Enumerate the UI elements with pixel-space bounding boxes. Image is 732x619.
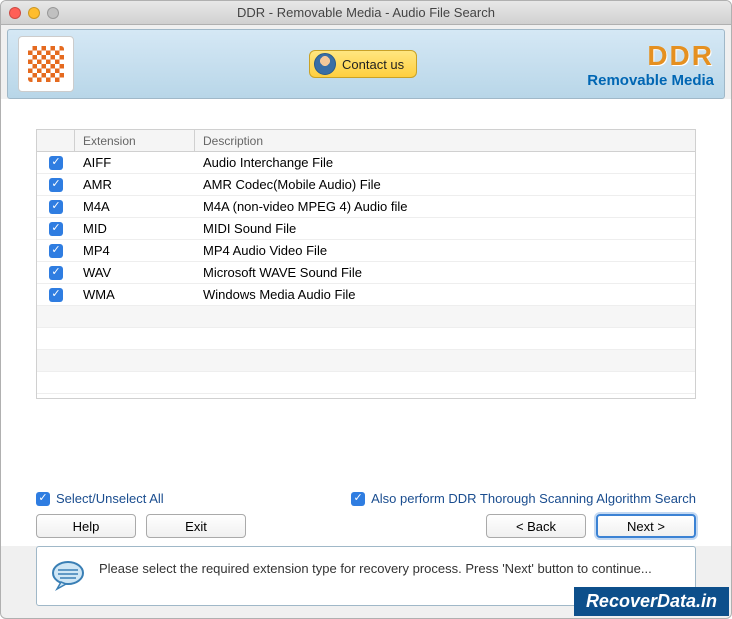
header-description[interactable]: Description [195,134,695,148]
checkbox-icon[interactable] [49,222,63,236]
row-description: Audio Interchange File [195,155,695,170]
select-all-option[interactable]: Select/Unselect All [36,491,164,506]
checkbox-icon[interactable] [36,492,50,506]
checkbox-icon[interactable] [49,244,63,258]
titlebar: DDR - Removable Media - Audio File Searc… [1,1,731,25]
row-description: M4A (non-video MPEG 4) Audio file [195,199,695,214]
row-checkbox-cell [37,222,75,236]
back-button[interactable]: < Back [486,514,586,538]
table-row[interactable]: WAVMicrosoft WAVE Sound File [37,262,695,284]
info-text: Please select the required extension typ… [99,559,652,579]
header-checkbox-col [37,130,75,151]
row-checkbox-cell [37,156,75,170]
row-description: Microsoft WAVE Sound File [195,265,695,280]
help-button[interactable]: Help [36,514,136,538]
app-window: DDR - Removable Media - Audio File Searc… [0,0,732,619]
checkbox-icon[interactable] [351,492,365,506]
contact-us-button[interactable]: Contact us [309,50,417,78]
thorough-scan-option[interactable]: Also perform DDR Thorough Scanning Algor… [351,491,696,506]
row-checkbox-cell [37,244,75,258]
logo-icon [28,46,64,82]
row-extension: AIFF [75,155,195,170]
header-banner: Contact us DDR Removable Media [7,29,725,99]
checkbox-icon[interactable] [49,156,63,170]
person-icon [314,53,336,75]
row-description: AMR Codec(Mobile Audio) File [195,177,695,192]
checkbox-icon[interactable] [49,178,63,192]
empty-row [37,372,695,394]
app-logo [18,36,74,92]
header-extension[interactable]: Extension [75,130,195,151]
select-all-label: Select/Unselect All [56,491,164,506]
empty-row [37,328,695,350]
row-extension: M4A [75,199,195,214]
row-checkbox-cell [37,266,75,280]
row-description: MIDI Sound File [195,221,695,236]
row-description: Windows Media Audio File [195,287,695,302]
brand-title: DDR [587,40,714,72]
table-row[interactable]: WMAWindows Media Audio File [37,284,695,306]
table-header: Extension Description [37,130,695,152]
thorough-label: Also perform DDR Thorough Scanning Algor… [371,491,696,506]
row-checkbox-cell [37,178,75,192]
extensions-table: Extension Description AIFFAudio Intercha… [36,129,696,399]
row-extension: MP4 [75,243,195,258]
next-button[interactable]: Next > [596,514,696,538]
checkbox-icon[interactable] [49,266,63,280]
checkbox-icon[interactable] [49,200,63,214]
table-row[interactable]: MIDMIDI Sound File [37,218,695,240]
brand-block: DDR Removable Media [587,40,714,89]
speech-bubble-icon [51,559,85,593]
watermark: RecoverData.in [574,587,729,616]
table-row[interactable]: AMRAMR Codec(Mobile Audio) File [37,174,695,196]
row-extension: WMA [75,287,195,302]
brand-subtitle: Removable Media [587,72,714,89]
exit-button[interactable]: Exit [146,514,246,538]
button-row: Help Exit < Back Next > [1,512,731,546]
row-description: MP4 Audio Video File [195,243,695,258]
empty-row [37,306,695,328]
row-checkbox-cell [37,288,75,302]
main-content: Extension Description AIFFAudio Intercha… [1,99,731,479]
checkbox-icon[interactable] [49,288,63,302]
contact-label: Contact us [342,57,404,72]
table-row[interactable]: M4AM4A (non-video MPEG 4) Audio file [37,196,695,218]
table-row[interactable]: MP4MP4 Audio Video File [37,240,695,262]
row-checkbox-cell [37,200,75,214]
window-title: DDR - Removable Media - Audio File Searc… [1,5,731,20]
row-extension: MID [75,221,195,236]
empty-row [37,350,695,372]
table-body: AIFFAudio Interchange FileAMRAMR Codec(M… [37,152,695,394]
row-extension: WAV [75,265,195,280]
options-row: Select/Unselect All Also perform DDR Tho… [1,479,731,512]
table-row[interactable]: AIFFAudio Interchange File [37,152,695,174]
row-extension: AMR [75,177,195,192]
